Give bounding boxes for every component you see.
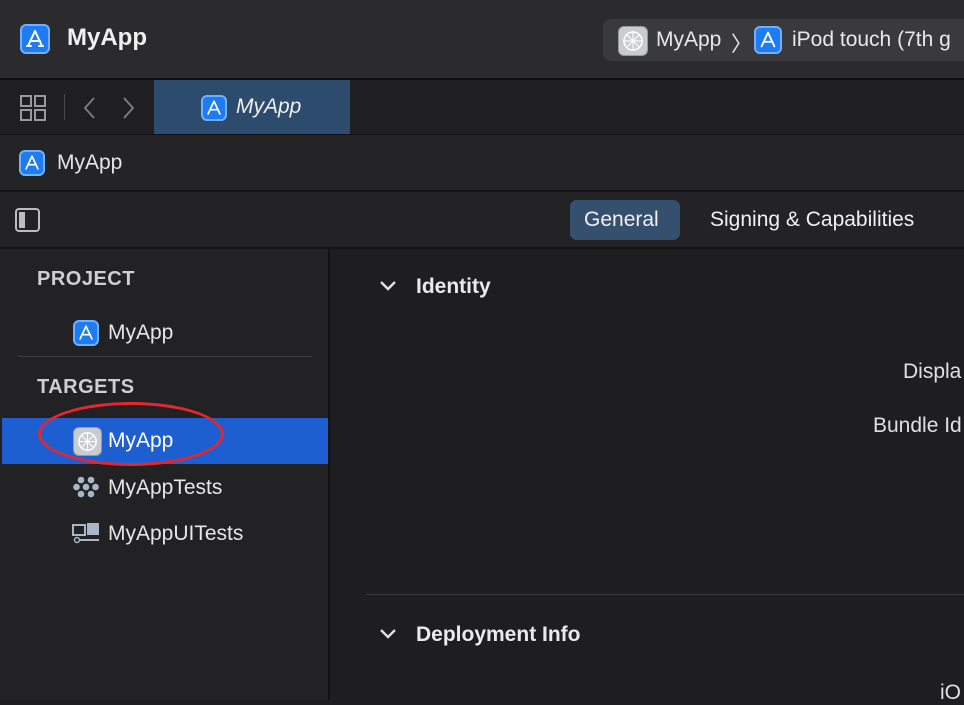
sidebar-item-project-myapp[interactable]: MyApp [108,321,173,345]
deployment-info-section-title[interactable]: Deployment Info [416,623,581,647]
back-chevron-icon[interactable] [82,95,98,126]
scheme-device-label[interactable]: iPod touch (7th g [792,28,951,52]
targets-section-header: TARGETS [37,376,135,398]
red-highlight-circle [38,402,224,466]
tab-general-label[interactable]: General [584,208,659,232]
scheme-chevron-icon: 〉 [731,33,752,56]
unit-tests-icon [73,474,99,505]
breadcrumb [0,135,964,192]
tab-bar [0,80,964,135]
tab-label[interactable]: MyApp [236,95,301,119]
section-separator [366,594,964,595]
project-sidebar [0,249,328,700]
breadcrumb-label[interactable]: MyApp [57,151,122,175]
chevron-down-icon[interactable] [378,626,398,647]
tab-signing-capabilities[interactable]: Signing & Capabilities [710,208,914,232]
forward-chevron-icon[interactable] [120,95,136,126]
xcode-project-icon [20,24,50,54]
app-target-icon [618,26,648,56]
chevron-down-icon[interactable] [378,278,398,299]
sidebar-item-target-myappuitests[interactable]: MyAppUITests [108,522,243,546]
device-icon [754,26,782,54]
scheme-target-label[interactable]: MyApp [656,28,721,52]
identity-section-title[interactable]: Identity [416,275,491,299]
toolbar-divider [64,94,65,120]
xcode-project-icon [19,150,45,176]
xcode-project-icon [201,95,227,121]
sidebar-separator [18,356,312,357]
xcode-project-icon [73,320,99,346]
display-name-label: Displa [903,360,962,383]
project-section-header: PROJECT [37,268,135,290]
ios-target-label: iO [940,681,961,704]
ui-tests-icon [72,520,100,551]
sidebar-item-target-myapptests[interactable]: MyAppTests [108,476,222,500]
grid-icon[interactable] [20,95,46,126]
sidebar-toggle-icon[interactable] [15,207,41,238]
window-title: MyApp [67,24,147,51]
bundle-identifier-label: Bundle Id [873,414,962,437]
